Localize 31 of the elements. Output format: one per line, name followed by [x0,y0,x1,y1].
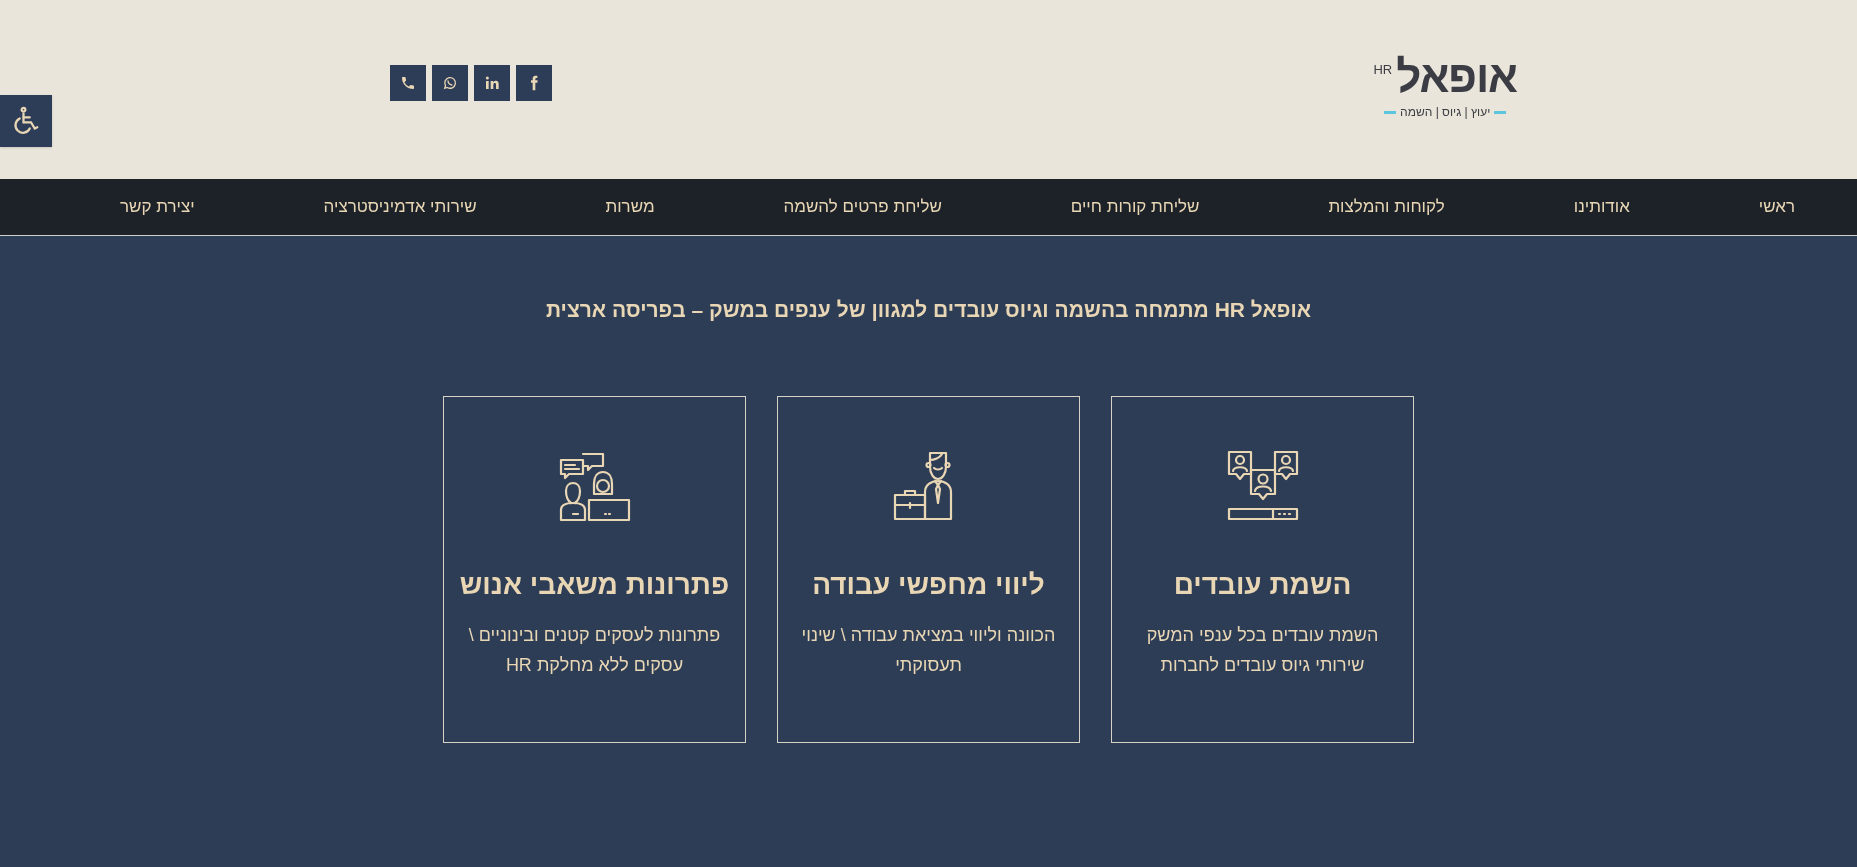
nav-link[interactable]: שירותי אדמיניסטרציה [323,194,477,220]
logo-suffix: HR [1373,60,1393,79]
nav-link[interactable]: אודותינו [1573,194,1630,220]
social-link[interactable] [432,65,468,101]
service-description: תעסוקתי [895,653,962,677]
nav-link[interactable]: משרות [605,194,655,220]
service-description: פתרונות לעסקים קטנים ובינוניים \ [468,623,721,647]
service-title: פתרונות משאבי אנוש [459,567,730,602]
accessibility-button[interactable] [0,95,52,147]
nav-link[interactable]: שליחת פרטים להשמה [783,194,942,220]
service-description: שירותי גיוס עובדים לחברות [1160,653,1365,677]
whatsapp-icon [442,75,458,91]
social-link[interactable] [516,65,552,101]
social-link[interactable] [390,65,426,101]
nav-link[interactable]: לקוחות והמלצות [1328,194,1445,220]
nav-link[interactable]: שליחת קורות חיים [1070,194,1200,220]
candidates-icon [1226,449,1299,522]
linkedin-icon [484,75,500,91]
logo-tagline: יעוץ | גיוס | השמה [1400,104,1491,121]
headline: אופאל HR מתמחה בהשמה וגיוס עובדים למגוון של ענפים במשק – בפריסה ארצית [545,297,1312,323]
service-title: ליווי מחפשי עבודה [812,567,1045,602]
service-description: עסקים ללא מחלקת HR [505,653,684,677]
service-description: השמת עובדים בכל ענפי המשק [1146,623,1379,647]
service-title: השמת עובדים [1173,567,1352,602]
service-description: הכוונה וליווי במציאת עבודה \ שינוי [801,623,1056,647]
logo-wordmark: אופאל [1396,55,1517,99]
nav-link[interactable]: יצירת קשר [120,194,195,220]
wheelchair-icon [11,106,41,136]
social-link[interactable] [474,65,510,101]
nav-link[interactable]: ראשי [1758,194,1795,220]
phone-icon [400,75,416,91]
